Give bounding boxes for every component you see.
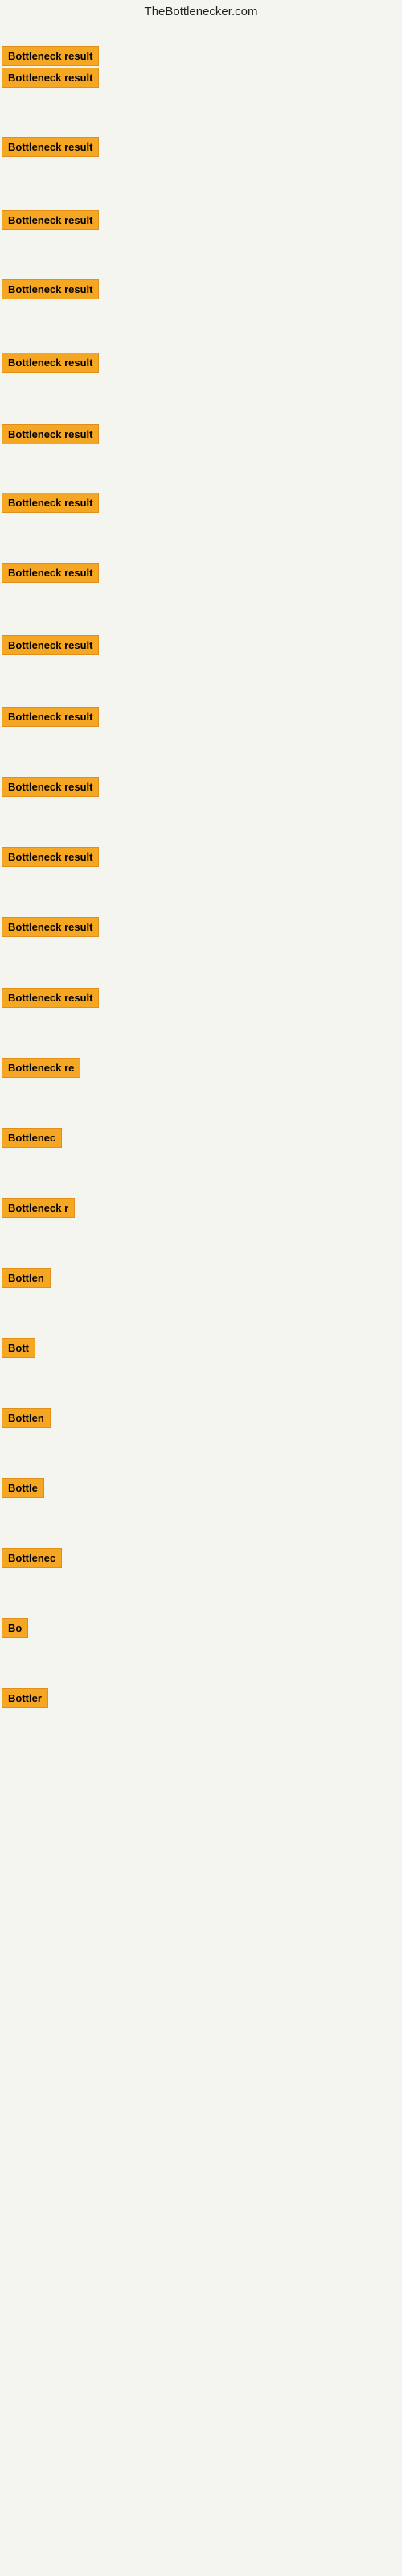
bottleneck-badge-6[interactable]: Bottleneck result: [2, 353, 99, 373]
bottleneck-badge-13[interactable]: Bottleneck result: [2, 847, 99, 867]
bottleneck-item-23: Bottlenec: [2, 1548, 62, 1568]
bottleneck-badge-8[interactable]: Bottleneck result: [2, 493, 99, 513]
bottleneck-badge-11[interactable]: Bottleneck result: [2, 707, 99, 727]
bottleneck-badge-2[interactable]: Bottleneck result: [2, 68, 99, 88]
bottleneck-item-2: Bottleneck result: [2, 68, 99, 88]
bottleneck-item-10: Bottleneck result: [2, 635, 99, 655]
bottleneck-item-21: Bottlen: [2, 1408, 51, 1428]
bottleneck-badge-12[interactable]: Bottleneck result: [2, 777, 99, 797]
bottleneck-badge-21[interactable]: Bottlen: [2, 1408, 51, 1428]
bottleneck-item-19: Bottlen: [2, 1268, 51, 1288]
bottleneck-badge-18[interactable]: Bottleneck r: [2, 1198, 75, 1218]
bottleneck-badge-20[interactable]: Bott: [2, 1338, 35, 1358]
bottleneck-item-15: Bottleneck result: [2, 988, 99, 1008]
bottleneck-item-25: Bottler: [2, 1688, 48, 1708]
bottleneck-badge-1[interactable]: Bottleneck result: [2, 46, 99, 66]
bottleneck-item-18: Bottleneck r: [2, 1198, 75, 1218]
bottleneck-badge-3[interactable]: Bottleneck result: [2, 137, 99, 157]
bottleneck-item-7: Bottleneck result: [2, 424, 99, 444]
bottleneck-badge-5[interactable]: Bottleneck result: [2, 279, 99, 299]
bottleneck-item-16: Bottleneck re: [2, 1058, 80, 1078]
page-wrapper: TheBottlenecker.com Bottleneck resultBot…: [0, 0, 402, 2576]
bottleneck-item-9: Bottleneck result: [2, 563, 99, 583]
items-container: Bottleneck resultBottleneck resultBottle…: [0, 22, 402, 2437]
site-title: TheBottlenecker.com: [0, 0, 402, 22]
bottleneck-item-4: Bottleneck result: [2, 210, 99, 230]
bottleneck-item-22: Bottle: [2, 1478, 44, 1498]
bottleneck-badge-14[interactable]: Bottleneck result: [2, 917, 99, 937]
bottleneck-item-17: Bottlenec: [2, 1128, 62, 1148]
bottleneck-badge-10[interactable]: Bottleneck result: [2, 635, 99, 655]
bottleneck-badge-25[interactable]: Bottler: [2, 1688, 48, 1708]
bottleneck-item-13: Bottleneck result: [2, 847, 99, 867]
bottleneck-badge-23[interactable]: Bottlenec: [2, 1548, 62, 1568]
bottleneck-item-8: Bottleneck result: [2, 493, 99, 513]
bottleneck-item-11: Bottleneck result: [2, 707, 99, 727]
bottleneck-badge-9[interactable]: Bottleneck result: [2, 563, 99, 583]
bottleneck-badge-16[interactable]: Bottleneck re: [2, 1058, 80, 1078]
bottleneck-badge-15[interactable]: Bottleneck result: [2, 988, 99, 1008]
bottleneck-item-12: Bottleneck result: [2, 777, 99, 797]
bottleneck-badge-7[interactable]: Bottleneck result: [2, 424, 99, 444]
bottleneck-badge-4[interactable]: Bottleneck result: [2, 210, 99, 230]
bottleneck-badge-19[interactable]: Bottlen: [2, 1268, 51, 1288]
bottleneck-item-24: Bo: [2, 1618, 28, 1638]
bottleneck-item-20: Bott: [2, 1338, 35, 1358]
bottleneck-item-6: Bottleneck result: [2, 353, 99, 373]
bottleneck-item-1: Bottleneck result: [2, 46, 99, 66]
bottleneck-item-14: Bottleneck result: [2, 917, 99, 937]
bottleneck-badge-22[interactable]: Bottle: [2, 1478, 44, 1498]
bottleneck-badge-24[interactable]: Bo: [2, 1618, 28, 1638]
bottleneck-item-3: Bottleneck result: [2, 137, 99, 157]
bottleneck-badge-17[interactable]: Bottlenec: [2, 1128, 62, 1148]
bottleneck-item-5: Bottleneck result: [2, 279, 99, 299]
